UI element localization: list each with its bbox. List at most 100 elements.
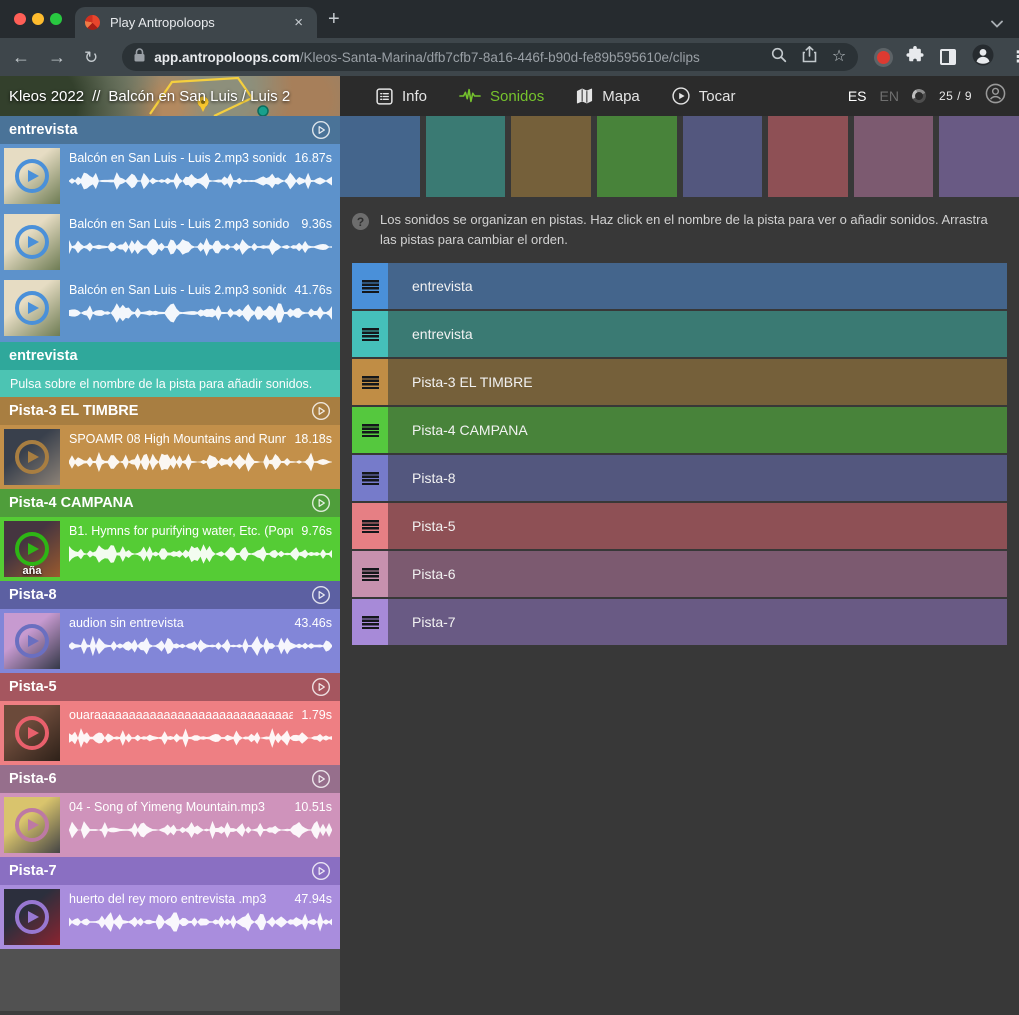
- track-section-header[interactable]: Pista-8: [0, 581, 340, 609]
- app-nav: Info Sonidos Mapa Tocar: [376, 87, 735, 105]
- tab-close-icon[interactable]: ×: [290, 13, 307, 32]
- extensions-puzzle-icon[interactable]: [906, 46, 924, 69]
- audio-clip[interactable]: ouaraaaaaaaaaaaaaaaaaaaaaaaaaaaaaaaaaa..…: [0, 701, 340, 765]
- side-panel-icon[interactable]: [940, 49, 956, 65]
- clip-thumbnail[interactable]: aña: [4, 521, 60, 577]
- tab-sonidos[interactable]: Sonidos: [459, 88, 544, 105]
- audio-clip[interactable]: Balcón en San Luis - Luis 2.mp3 sonido h…: [0, 144, 340, 210]
- clip-play-icon[interactable]: [15, 440, 49, 474]
- share-icon[interactable]: [802, 46, 817, 68]
- track-name-button[interactable]: Pista-8: [388, 455, 1007, 501]
- section-play-button[interactable]: [311, 769, 331, 789]
- audio-clip[interactable]: audion sin entrevista43.46s: [0, 609, 340, 673]
- track-drag-handle[interactable]: [352, 311, 388, 357]
- forward-button[interactable]: →: [48, 48, 66, 66]
- track-name-button[interactable]: Pista-4 CAMPANA: [388, 407, 1007, 453]
- reload-button[interactable]: ↻: [84, 49, 98, 66]
- track-section-header[interactable]: Pista-3 EL TIMBRE: [0, 397, 340, 425]
- tab-tocar[interactable]: Tocar: [672, 87, 736, 105]
- track-row[interactable]: Pista-3 EL TIMBRE: [352, 359, 1007, 405]
- clip-play-icon[interactable]: [15, 900, 49, 934]
- clip-play-icon[interactable]: [15, 225, 49, 259]
- track-section-header[interactable]: Pista-7: [0, 857, 340, 885]
- maximize-window-button[interactable]: [50, 13, 62, 25]
- audio-clip[interactable]: Balcón en San Luis - Luis 2.mp3 sonido h…: [0, 276, 340, 342]
- track-drag-handle[interactable]: [352, 359, 388, 405]
- track-name-button[interactable]: Pista-5: [388, 503, 1007, 549]
- browser-tab[interactable]: Play Antropoloops ×: [75, 7, 317, 38]
- track-section-header[interactable]: entrevista: [0, 116, 340, 144]
- track-name-button[interactable]: Pista-7: [388, 599, 1007, 645]
- track-drag-handle[interactable]: [352, 551, 388, 597]
- track-row[interactable]: entrevista: [352, 311, 1007, 357]
- track-drag-handle[interactable]: [352, 407, 388, 453]
- track-drag-handle[interactable]: [352, 503, 388, 549]
- project-map-thumbnail[interactable]: Kleos 2022 // Balcón en San Luis / Luis …: [0, 76, 340, 116]
- clip-thumbnail[interactable]: [4, 280, 60, 336]
- track-row[interactable]: Pista-4 CAMPANA: [352, 407, 1007, 453]
- clip-play-icon[interactable]: [15, 808, 49, 842]
- clip-play-icon[interactable]: [15, 716, 49, 750]
- language-es-button[interactable]: ES: [848, 88, 867, 104]
- audio-clip[interactable]: 04 - Song of Yimeng Mountain.mp310.51s: [0, 793, 340, 857]
- profile-avatar-icon[interactable]: [972, 44, 994, 71]
- track-drag-handle[interactable]: [352, 599, 388, 645]
- tab-title: Play Antropoloops: [110, 15, 290, 30]
- bookmark-star-icon[interactable]: ☆: [832, 49, 846, 65]
- audio-clip[interactable]: SPOAMR 08 High Mountains and Running ...…: [0, 425, 340, 489]
- close-window-button[interactable]: [14, 13, 26, 25]
- clip-play-icon[interactable]: [15, 532, 49, 566]
- track-name-button[interactable]: entrevista: [388, 311, 1007, 357]
- track-section-header[interactable]: Pista-5: [0, 673, 340, 701]
- clip-thumbnail[interactable]: [4, 429, 60, 485]
- section-play-button[interactable]: [311, 401, 331, 421]
- address-bar[interactable]: app.antropoloops.com/Kleos-Santa-Marina/…: [122, 43, 858, 71]
- section-play-button[interactable]: [311, 120, 331, 140]
- sidebar-track-section: Pista-4 CAMPANAañaB1. Hymns for purifyin…: [0, 489, 340, 581]
- audio-clip[interactable]: Balcón en San Luis - Luis 2.mp3 sonido h…: [0, 210, 340, 276]
- back-button[interactable]: ←: [12, 48, 30, 66]
- track-name-button[interactable]: Pista-3 EL TIMBRE: [388, 359, 1007, 405]
- recording-extension-icon[interactable]: [877, 51, 890, 64]
- clip-play-icon[interactable]: [15, 159, 49, 193]
- zoom-icon[interactable]: [771, 47, 787, 68]
- track-row[interactable]: entrevista: [352, 263, 1007, 309]
- track-row[interactable]: Pista-7: [352, 599, 1007, 645]
- browser-menu-icon[interactable]: ⋮: [1010, 47, 1019, 67]
- tab-search-chevron-icon[interactable]: [991, 15, 1003, 33]
- track-drag-handle[interactable]: [352, 455, 388, 501]
- language-en-button[interactable]: EN: [880, 88, 899, 104]
- breadcrumb-project[interactable]: Kleos 2022: [9, 88, 84, 105]
- track-section-header[interactable]: Pista-6: [0, 765, 340, 793]
- clip-play-icon[interactable]: [15, 291, 49, 325]
- clip-thumbnail[interactable]: [4, 613, 60, 669]
- audio-clip[interactable]: añaB1. Hymns for purifying water, Etc. (…: [0, 517, 340, 581]
- track-name-button[interactable]: entrevista: [388, 263, 1007, 309]
- account-icon[interactable]: [985, 83, 1006, 109]
- section-play-button[interactable]: [311, 861, 331, 881]
- clip-thumbnail[interactable]: [4, 705, 60, 761]
- clip-thumbnail[interactable]: [4, 797, 60, 853]
- track-name-button[interactable]: Pista-6: [388, 551, 1007, 597]
- track-section-header[interactable]: entrevista: [0, 342, 340, 370]
- section-play-button[interactable]: [311, 677, 331, 697]
- track-color-swatch: [340, 116, 420, 197]
- track-drag-handle[interactable]: [352, 263, 388, 309]
- clip-thumbnail[interactable]: [4, 148, 60, 204]
- audio-clip[interactable]: huerto del rey moro entrevista .mp347.94…: [0, 885, 340, 949]
- clip-thumbnail[interactable]: [4, 889, 60, 945]
- tab-mapa[interactable]: Mapa: [576, 88, 640, 105]
- section-play-button[interactable]: [311, 493, 331, 513]
- track-row[interactable]: Pista-8: [352, 455, 1007, 501]
- tab-info[interactable]: Info: [376, 88, 427, 105]
- clip-thumbnail[interactable]: [4, 214, 60, 270]
- track-row[interactable]: Pista-6: [352, 551, 1007, 597]
- sidebar-empty-area: [0, 949, 340, 1011]
- track-section-header[interactable]: Pista-4 CAMPANA: [0, 489, 340, 517]
- section-play-button[interactable]: [311, 585, 331, 605]
- minimize-window-button[interactable]: [32, 13, 44, 25]
- track-row[interactable]: Pista-5: [352, 503, 1007, 549]
- new-tab-button[interactable]: +: [328, 8, 340, 31]
- clip-play-icon[interactable]: [15, 624, 49, 658]
- clip-title: Balcón en San Luis - Luis 2.mp3 sonido h…: [69, 151, 286, 165]
